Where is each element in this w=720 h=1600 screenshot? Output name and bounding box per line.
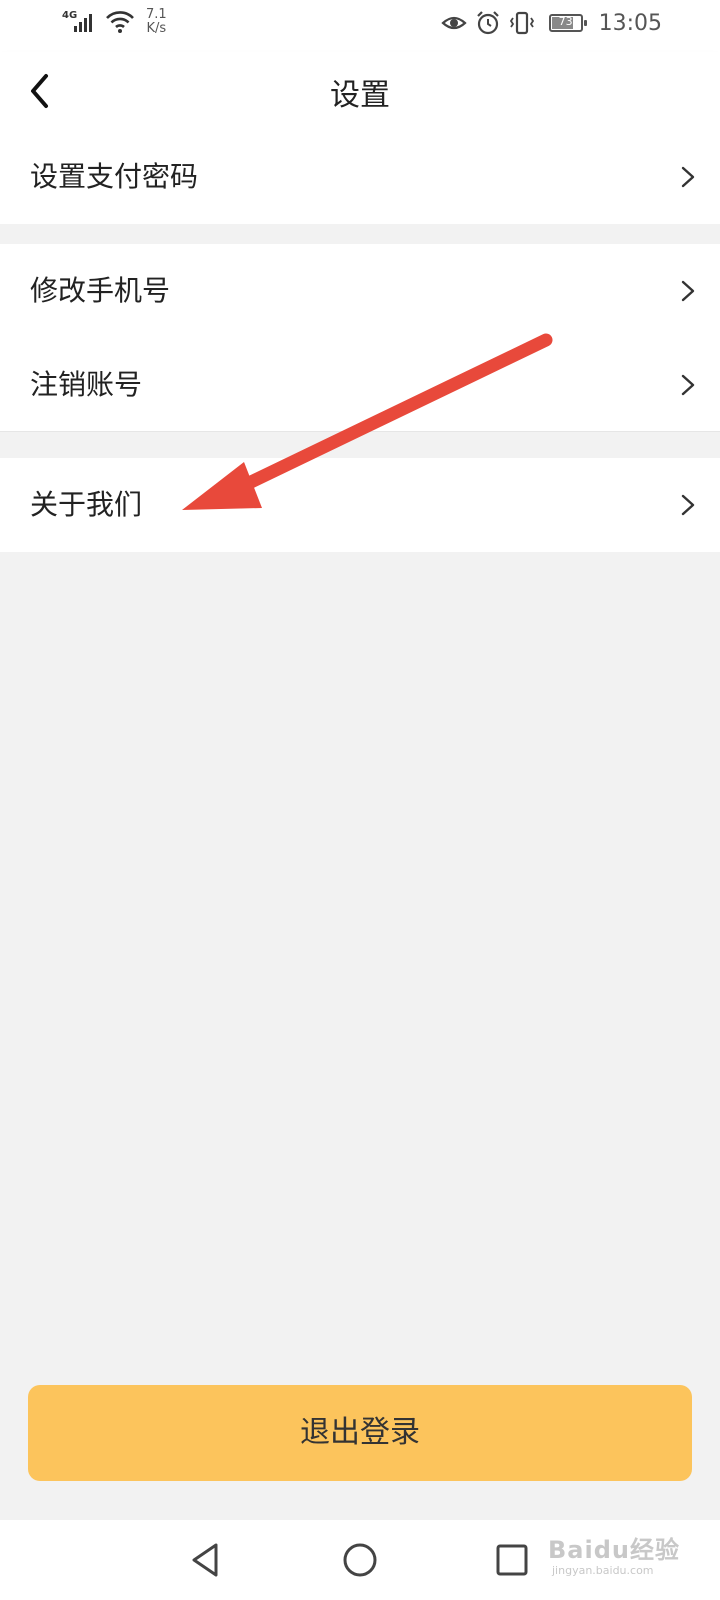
vibrate-icon	[509, 11, 534, 35]
row-label: 关于我们	[30, 488, 143, 521]
chevron-right-icon	[681, 374, 695, 396]
settings-group-payment: 设置支付密码	[0, 130, 720, 224]
watermark: Baidu经验 jingyan.baidu.com	[548, 1524, 708, 1584]
annotation-arrow	[182, 333, 553, 510]
status-right: 73 13:05	[440, 10, 662, 36]
logout-button[interactable]: 退出登录	[28, 1385, 692, 1481]
status-bar: 4G 7.1 K/s 73 13:05	[0, 0, 720, 52]
page-title: 设置	[330, 78, 390, 113]
chevron-right-icon	[681, 166, 695, 188]
battery-icon: 73	[548, 14, 587, 32]
cancel-account-row[interactable]: 注销账号	[0, 338, 720, 432]
row-label: 注销账号	[30, 368, 143, 401]
chevron-right-icon	[681, 494, 695, 516]
status-time: 13:05	[598, 10, 662, 36]
network-speed: 7.1 K/s	[146, 7, 167, 36]
chevron-right-icon	[681, 280, 695, 302]
logout-label: 退出登录	[300, 1415, 420, 1450]
system-nav-bar: Baidu经验 jingyan.baidu.com	[0, 1520, 720, 1600]
square-recents-icon[interactable]	[492, 1540, 532, 1580]
alarm-icon	[476, 11, 499, 35]
watermark-text: Baidu经验	[548, 1536, 680, 1564]
settings-group-account: 修改手机号 注销账号	[0, 244, 720, 432]
circle-home-icon[interactable]	[340, 1540, 380, 1580]
wifi-icon	[106, 11, 134, 33]
nav-bar: 设置	[0, 52, 720, 130]
triangle-back-icon[interactable]	[186, 1540, 226, 1580]
settings-group-about: 关于我们	[0, 458, 720, 552]
eye-icon	[440, 16, 467, 30]
watermark-sub: jingyan.baidu.com	[552, 1564, 654, 1577]
change-phone-row[interactable]: 修改手机号	[0, 244, 720, 338]
row-label: 设置支付密码	[30, 160, 199, 193]
battery-level: 73	[558, 15, 573, 28]
row-label: 修改手机号	[30, 274, 171, 307]
cellular-signal-icon: 4G	[62, 6, 98, 36]
about-us-row[interactable]: 关于我们	[0, 458, 720, 552]
status-left: 4G 7.1 K/s	[62, 6, 167, 36]
set-payment-password-row[interactable]: 设置支付密码	[0, 130, 720, 224]
